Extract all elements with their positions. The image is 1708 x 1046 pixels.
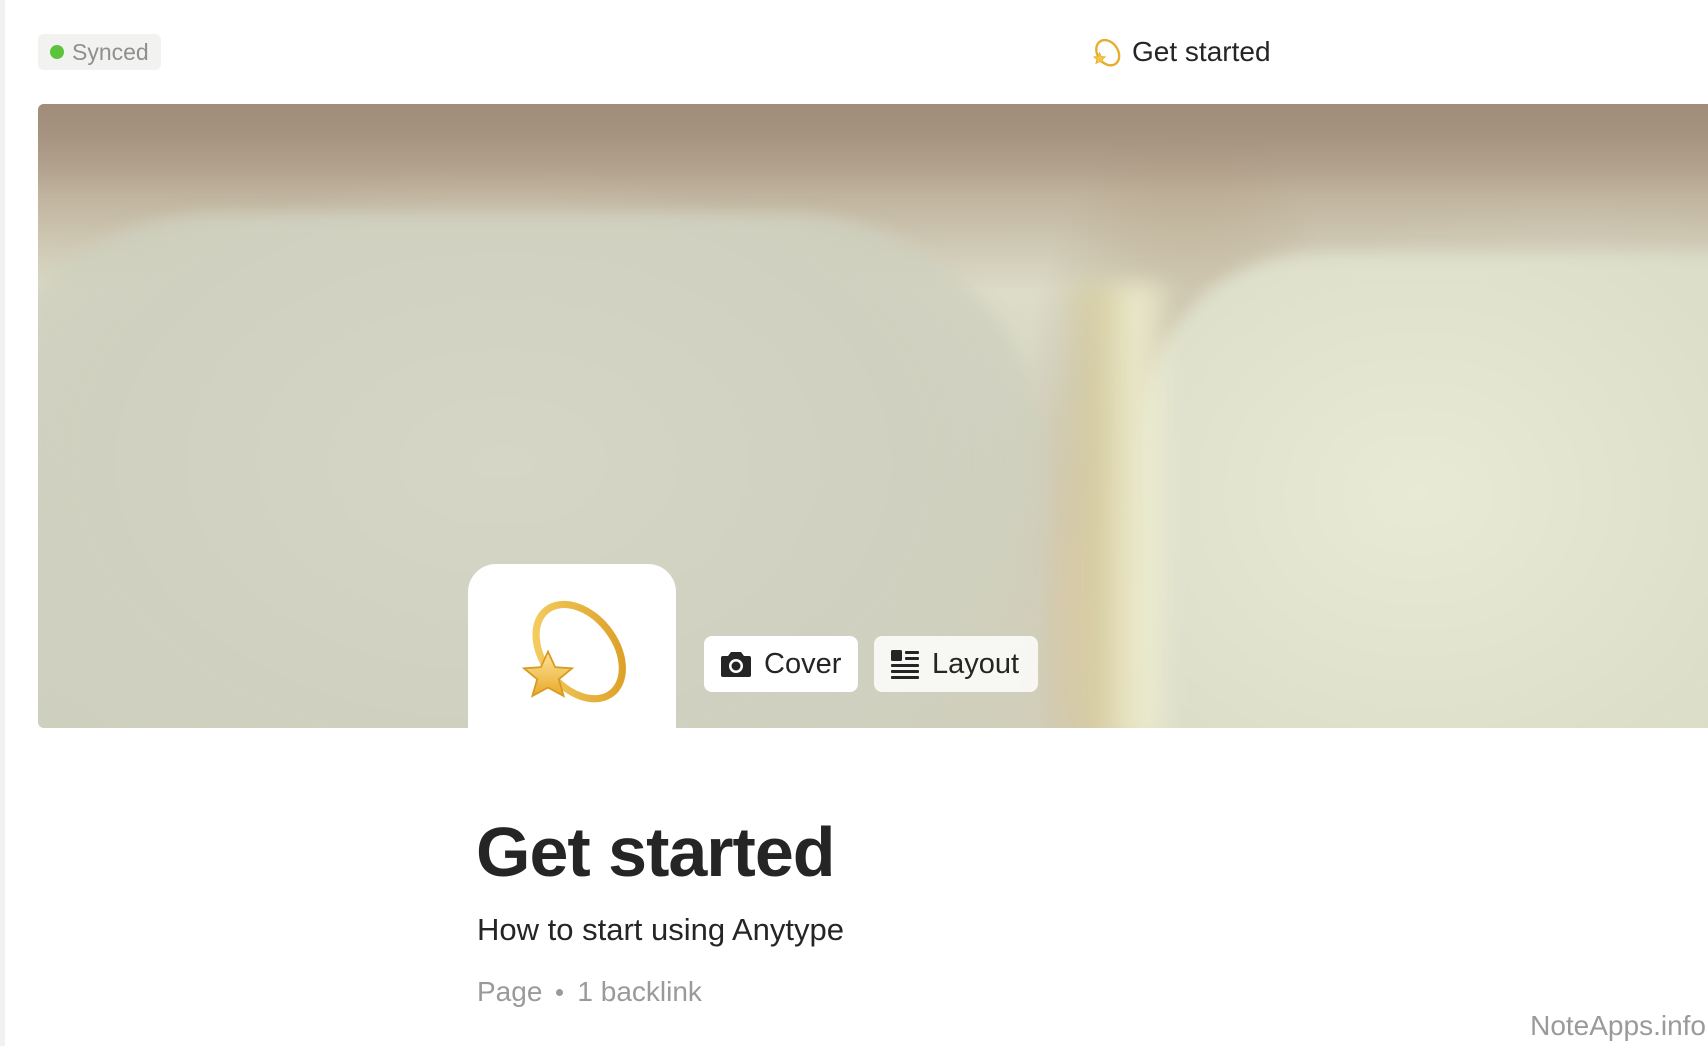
backlinks-label[interactable]: 1 backlink — [577, 972, 702, 1012]
change-cover-label: Cover — [764, 647, 842, 680]
page-icon[interactable] — [468, 564, 676, 728]
sync-status-badge[interactable]: Synced — [38, 34, 161, 70]
header-title: Get started — [1132, 36, 1271, 67]
change-cover-button[interactable]: Cover — [704, 636, 858, 692]
sidebar-edge — [0, 0, 5, 1046]
sync-status-label: Synced — [72, 38, 149, 65]
page-title[interactable]: Get started — [476, 810, 836, 894]
layout-button[interactable]: Layout — [874, 636, 1038, 692]
layout-icon — [891, 650, 919, 679]
header-breadcrumb[interactable]: Get started — [1088, 30, 1271, 74]
watermark: NoteApps.info — [1530, 1010, 1706, 1041]
page-meta: Page 1 backlink — [477, 972, 702, 1012]
sync-status-dot — [50, 45, 64, 59]
dizzy-emoji-icon — [521, 600, 626, 703]
camera-icon — [721, 652, 751, 677]
cover-image — [38, 104, 1708, 728]
dizzy-emoji-icon — [1088, 35, 1122, 69]
separator-dot — [556, 988, 564, 996]
page: Synced Get started Cover Layout Get star… — [0, 0, 1708, 1046]
layout-label: Layout — [932, 647, 1020, 680]
page-description[interactable]: How to start using Anytype — [477, 910, 844, 950]
object-type-label[interactable]: Page — [477, 972, 542, 1012]
